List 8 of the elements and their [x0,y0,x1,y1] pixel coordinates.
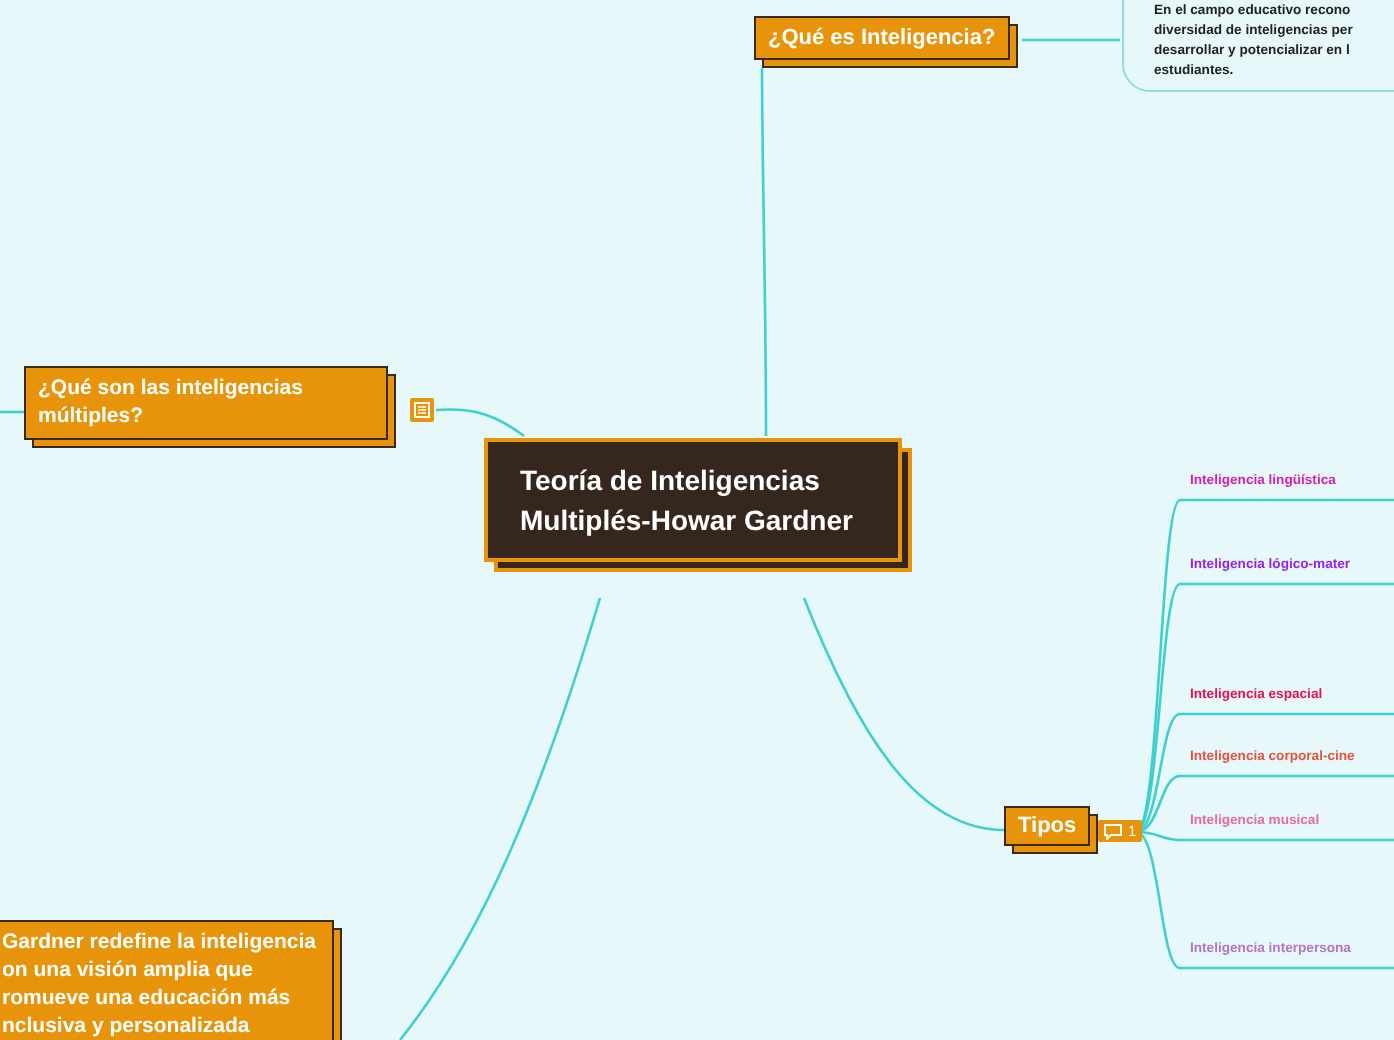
topic-text: on una visión amplia que [2,956,255,984]
note-icon[interactable] [410,398,434,422]
topic-text: Gardner redefine la inteligencia [2,928,316,956]
topic-text: nclusiva y personalizada [2,1012,252,1040]
topic-text: romueve una educación más [2,984,293,1012]
speech-bubble-icon [1104,823,1122,839]
connector-line [435,408,525,438]
connector-line [0,410,24,414]
